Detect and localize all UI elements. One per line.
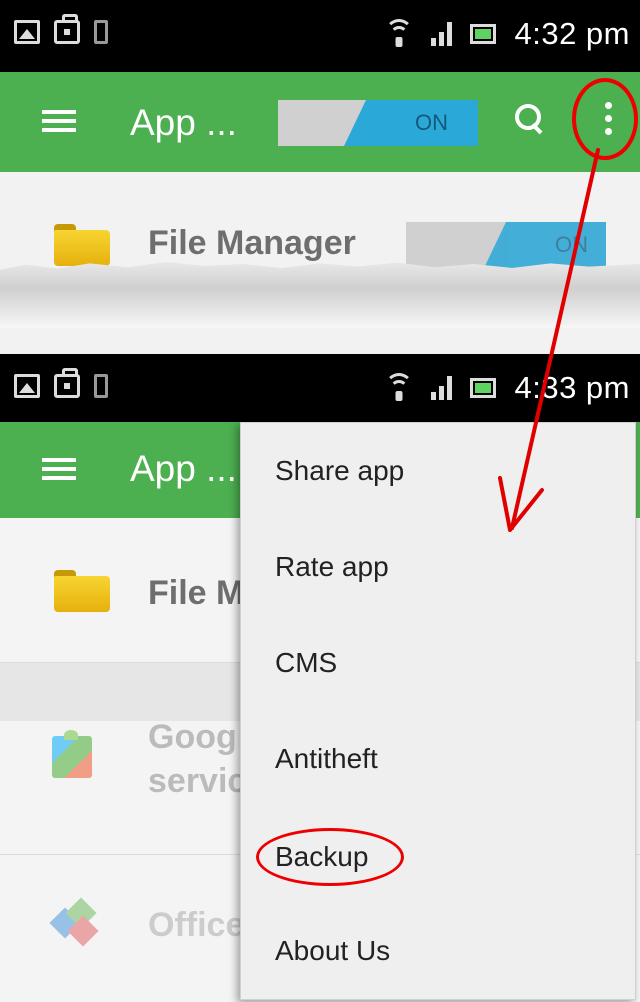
status-bar-top: 4:32 pm	[0, 0, 640, 72]
status-time: 4:33 pm	[514, 370, 630, 405]
folder-icon	[54, 224, 110, 266]
shopping-bag-notification-icon	[54, 14, 80, 44]
torn-edge-divider	[0, 262, 640, 328]
status-time: 4:32 pm	[514, 16, 630, 51]
app-row-title: File M	[148, 574, 245, 612]
app-row-title-line2: servic	[148, 762, 247, 800]
app-row-toggle[interactable]: ON	[406, 222, 606, 268]
picture-notification-icon	[14, 374, 40, 398]
toggle-label: ON	[415, 110, 448, 135]
signal-icon	[431, 22, 453, 46]
app-bar-top: App ... ON	[0, 72, 640, 172]
menu-item-share-app[interactable]: Share app	[275, 455, 404, 487]
menu-item-cms[interactable]: CMS	[275, 647, 337, 679]
app-row-title: Office	[148, 906, 245, 944]
wifi-icon	[385, 373, 414, 403]
office-icon	[49, 897, 100, 947]
hamburger-menu-icon[interactable]	[42, 458, 76, 480]
app-row-toggle-label: ON	[555, 232, 588, 257]
menu-item-antitheft[interactable]: Antitheft	[275, 743, 378, 775]
app-row-title-line1: Goog	[148, 718, 237, 756]
folder-icon	[54, 570, 110, 612]
menu-item-rate-app[interactable]: Rate app	[275, 551, 389, 583]
phone-notification-icon	[94, 20, 108, 44]
menu-item-about-us[interactable]: About Us	[275, 935, 390, 967]
signal-icon	[431, 376, 453, 400]
picture-notification-icon	[14, 20, 40, 44]
app-row-title: File Manager	[148, 224, 356, 262]
app-title: App ...	[130, 448, 237, 489]
hamburger-menu-icon[interactable]	[42, 110, 76, 132]
app-title: App ...	[130, 102, 237, 143]
shopping-bag-notification-icon	[54, 368, 80, 398]
puzzle-icon	[52, 730, 96, 780]
protection-toggle[interactable]: ON	[278, 100, 478, 146]
battery-icon	[470, 378, 497, 398]
phone-notification-icon	[94, 374, 108, 398]
search-icon[interactable]	[515, 104, 545, 134]
wifi-icon	[385, 19, 414, 49]
annotation-circle-backup	[256, 828, 404, 886]
annotation-circle-overflow	[572, 78, 638, 160]
status-bar-bottom: 4:33 pm	[0, 354, 640, 422]
battery-icon	[470, 24, 497, 44]
overflow-popup-menu: Share app Rate app CMS Antitheft Backup …	[240, 422, 636, 1000]
